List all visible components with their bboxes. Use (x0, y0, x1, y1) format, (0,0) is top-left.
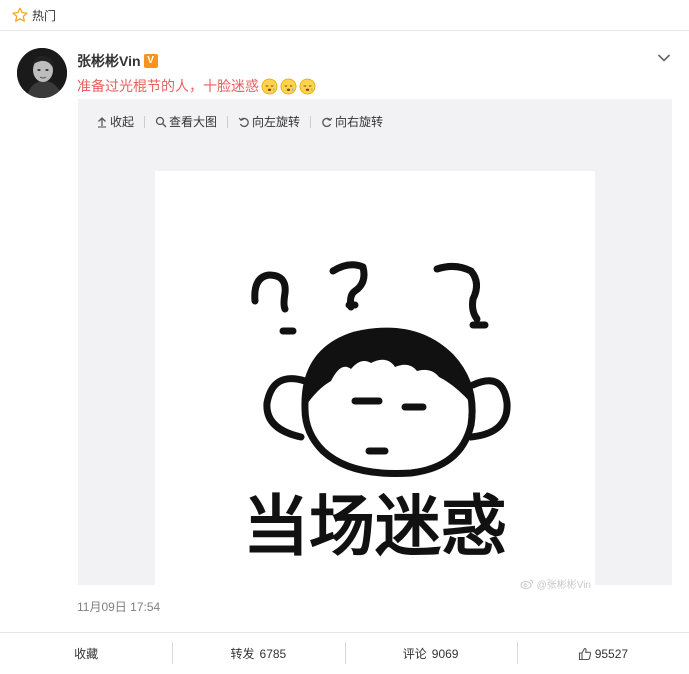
post-timestamp[interactable]: 11月09日 17:54 (77, 598, 160, 615)
rotate-right-icon (322, 117, 333, 127)
weibo-post-card: 张彬彬Vin V 准备过光棍节的人，十脸迷惑 收起 查看大图 向左旋转 向右旋转… (0, 31, 689, 674)
top-bar: 热门 (0, 0, 689, 31)
author-row: 张彬彬Vin V (77, 51, 158, 71)
repost-label: 转发 (230, 647, 255, 661)
view-large-label: 查看大图 (169, 115, 218, 129)
sleepy-face-emoji (261, 78, 278, 94)
avatar[interactable] (17, 48, 67, 98)
repost-count: 6785 (259, 646, 287, 661)
favorite-label: 收藏 (74, 647, 99, 661)
weibo-logo-icon (520, 579, 533, 589)
thumbs-up-icon (578, 647, 591, 660)
toolbar-divider (310, 115, 312, 128)
sleepy-face-emoji (280, 78, 297, 94)
star-icon (12, 7, 28, 22)
like-button[interactable]: 95527 (516, 633, 689, 674)
collapse-button[interactable]: 收起 (96, 113, 134, 130)
toolbar-divider (227, 115, 229, 128)
magnifier-icon (155, 116, 167, 127)
rotate-right-label: 向右旋转 (335, 115, 384, 129)
sleepy-face-emoji (299, 78, 316, 94)
media-toolbar: 收起 查看大图 向左旋转 向右旋转 (96, 113, 383, 130)
collapse-label: 收起 (110, 115, 135, 129)
avatar-image (17, 48, 67, 98)
meme-drawing: 当场迷惑 (243, 261, 511, 565)
action-bar: 收藏 转发 6785 评论 9069 95527 (0, 632, 689, 674)
rotate-right-button[interactable]: 向右旋转 (321, 113, 383, 130)
comment-button[interactable]: 评论 9069 (344, 633, 517, 674)
repost-button[interactable]: 转发 6785 (172, 633, 344, 674)
rotate-left-label: 向左旋转 (252, 115, 301, 129)
post-image[interactable]: 当场迷惑 @张彬彬Vin (155, 171, 595, 597)
toolbar-divider (144, 115, 146, 128)
verified-badge: V (143, 54, 158, 68)
view-large-button[interactable]: 查看大图 (155, 113, 217, 130)
favorite-button[interactable]: 收藏 (0, 633, 172, 674)
media-panel: 收起 查看大图 向左旋转 向右旋转 当场迷惑 @张彬彬Vin (78, 99, 672, 597)
image-caption: 当场迷惑 (243, 488, 507, 565)
chevron-down-icon[interactable] (657, 53, 671, 63)
rotate-left-icon (238, 117, 249, 127)
image-watermark: @张彬彬Vin (520, 576, 591, 591)
post-text: 准备过光棍节的人，十脸迷惑 (77, 76, 316, 96)
arrow-up-icon (98, 116, 106, 128)
comment-count: 9069 (431, 646, 459, 661)
comment-label: 评论 (402, 647, 427, 661)
post-text-content: 准备过光棍节的人，十脸迷惑 (77, 78, 259, 94)
watermark-text: @张彬彬Vin (536, 580, 591, 591)
like-count: 95527 (594, 646, 629, 661)
author-name[interactable]: 张彬彬Vin (77, 51, 141, 71)
rotate-left-button[interactable]: 向左旋转 (238, 113, 300, 130)
section-title: 热门 (32, 8, 57, 23)
